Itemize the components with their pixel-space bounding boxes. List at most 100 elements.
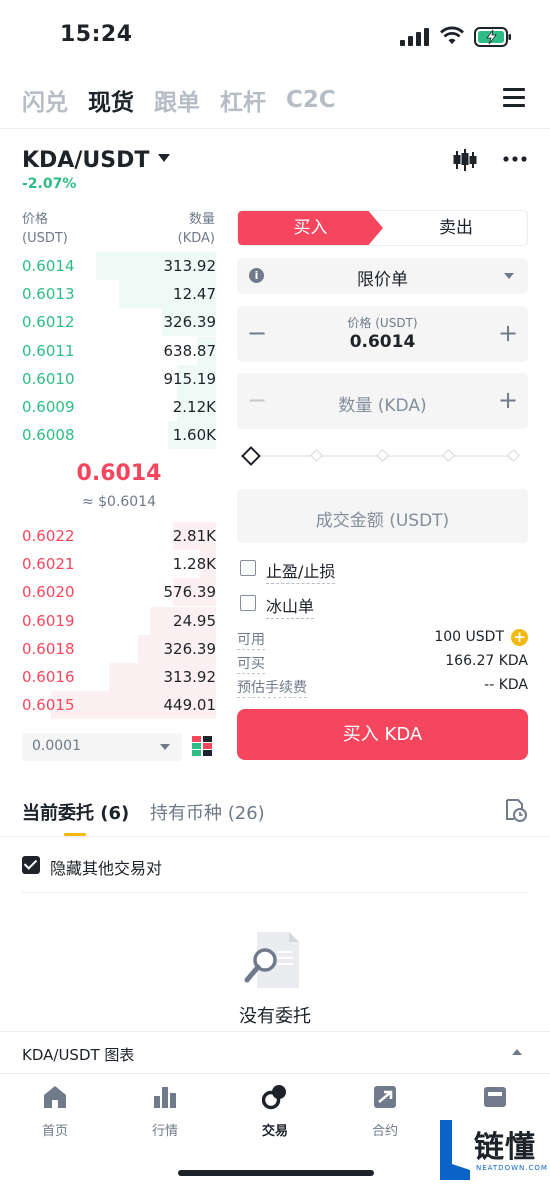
bid-price[interactable]: 0.6012 [22, 313, 75, 331]
bid-row[interactable]: 0.6008 1.60K [22, 421, 216, 450]
add-funds-icon[interactable]: + [511, 629, 528, 646]
ask-row[interactable]: 0.6016 313.92 [22, 663, 216, 691]
order-type-select[interactable]: i 限价单 [237, 258, 528, 294]
ask-row[interactable]: 0.6015 449.01 [22, 691, 216, 720]
bid-quantity: 12.47 [173, 285, 216, 304]
bid-price[interactable]: 0.6008 [22, 426, 75, 444]
fee-row: 预估手续费 -- KDA [237, 675, 528, 698]
tab-copy-trading[interactable]: 跟单 [154, 83, 200, 117]
bid-row[interactable]: 0.6012 326.39 [22, 308, 216, 337]
qty-header-label: 数量 [188, 212, 215, 227]
caret-down-icon[interactable] [158, 154, 170, 162]
divider [0, 836, 550, 837]
price-value[interactable]: 0.6014 [237, 332, 528, 352]
menu-icon[interactable] [503, 88, 525, 108]
chart-toggle-bar[interactable]: KDA/USDT 图表 [0, 1031, 550, 1073]
iceberg-label[interactable]: 冰山单 [266, 593, 315, 619]
tp-sl-label[interactable]: 止盈/止损 [266, 558, 336, 584]
slider-tick-50[interactable] [376, 449, 389, 462]
checkbox[interactable] [240, 560, 256, 576]
hide-other-pairs-label[interactable]: 隐藏其他交易对 [50, 855, 162, 879]
ask-price[interactable]: 0.6020 [22, 583, 75, 601]
quantity-placeholder: 数量 (KDA) [338, 396, 427, 416]
ask-price[interactable]: 0.6018 [22, 640, 75, 658]
available-label: 可用 [237, 629, 265, 650]
can-buy-row: 可买 166.27 KDA [237, 651, 528, 674]
bid-quantity: 638.87 [163, 341, 217, 360]
total-input[interactable]: 成交金额 (USDT) [237, 489, 528, 543]
ask-price[interactable]: 0.6022 [22, 527, 75, 545]
pair-selector[interactable]: KDA/USDT [22, 148, 149, 173]
buy-sell-toggle: 买入 卖出 [237, 210, 528, 246]
price-input[interactable]: − 价格 (USDT) 0.6014 + [237, 306, 528, 362]
caret-up-icon[interactable] [512, 1049, 522, 1055]
tab-c2c[interactable]: C2C [286, 87, 336, 113]
can-buy-label: 可买 [237, 653, 265, 674]
tab-flash-swap[interactable]: 闪兑 [22, 83, 68, 117]
more-icon[interactable] [503, 155, 527, 163]
bid-row[interactable]: 0.6009 2.12K [22, 393, 216, 421]
price-increment-button[interactable]: + [496, 320, 520, 346]
nav-wallet[interactable] [455, 1084, 535, 1120]
bid-price[interactable]: 0.6013 [22, 285, 75, 303]
depth-precision-select[interactable]: 0.0001 [22, 733, 182, 761]
tab-holdings[interactable]: 持有币种 (26) [150, 799, 265, 825]
ask-row[interactable]: 0.6019 24.95 [22, 606, 216, 635]
last-price[interactable]: 0.6014 [22, 461, 216, 486]
order-history-icon[interactable] [503, 798, 527, 822]
bid-row[interactable]: 0.6014 313.92 [22, 252, 216, 280]
fee-label: 预估手续费 [237, 677, 307, 698]
ask-quantity: 2.81K [172, 527, 216, 545]
ask-row[interactable]: 0.6018 326.39 [22, 634, 216, 663]
bid-row[interactable]: 0.6013 12.47 [22, 280, 216, 309]
buy-submit-button[interactable]: 买入 KDA [237, 709, 528, 760]
top-tabs: 闪兑 现货 跟单 杠杆 C2C [22, 80, 336, 120]
available-row: 可用 100 USDT + [237, 627, 528, 650]
cellular-signal-icon [400, 28, 429, 46]
ask-quantity: 576.39 [163, 583, 217, 602]
bid-row[interactable]: 0.6010 915.19 [22, 364, 216, 393]
ask-price[interactable]: 0.6021 [22, 555, 75, 573]
slider-tick-100[interactable] [507, 449, 520, 462]
bid-row[interactable]: 0.6011 638.87 [22, 336, 217, 365]
futures-icon [374, 1086, 396, 1108]
sell-tab[interactable]: 卖出 [383, 211, 527, 245]
orderbook-qty-header: 数量 (KDA) [150, 210, 215, 248]
can-buy-value: 166.27 KDA [445, 653, 528, 669]
tab-margin[interactable]: 杠杆 [220, 83, 266, 117]
slider-tick-25[interactable] [310, 449, 323, 462]
chart-toggle-label[interactable]: KDA/USDT 图表 [22, 1044, 134, 1065]
bid-price[interactable]: 0.6011 [22, 342, 75, 360]
ask-quantity: 313.92 [163, 668, 217, 686]
bid-price[interactable]: 0.6014 [22, 257, 75, 275]
nav-home[interactable]: 首页 [15, 1084, 95, 1139]
tab-spot[interactable]: 现货 [88, 83, 134, 117]
ask-price[interactable]: 0.6016 [22, 668, 75, 686]
bid-price[interactable]: 0.6010 [22, 370, 75, 388]
ask-row[interactable]: 0.6022 2.81K [22, 522, 216, 550]
ask-row[interactable]: 0.6020 576.39 [22, 578, 217, 607]
bid-price[interactable]: 0.6009 [22, 398, 75, 416]
orderbook-layout-icon[interactable] [192, 736, 212, 756]
amount-slider[interactable] [240, 445, 520, 467]
ask-row[interactable]: 0.6021 1.28K [22, 550, 216, 579]
tab-open-orders[interactable]: 当前委托 (6) [22, 799, 129, 825]
slider-handle[interactable] [241, 446, 261, 466]
nav-futures[interactable]: 合约 [345, 1084, 425, 1139]
slider-tick-75[interactable] [442, 449, 455, 462]
nav-markets[interactable]: 行情 [125, 1084, 205, 1139]
ask-price[interactable]: 0.6015 [22, 696, 75, 714]
available-value: 100 USDT [434, 629, 504, 645]
ask-price[interactable]: 0.6019 [22, 612, 75, 630]
empty-search-icon [244, 932, 299, 988]
caret-down-icon [504, 273, 514, 279]
watermark-sub: NEATDOWN.COM [476, 1164, 548, 1172]
checkbox[interactable] [240, 595, 256, 611]
nav-trade[interactable]: 交易 [235, 1084, 315, 1139]
trade-icon [261, 1085, 286, 1110]
quantity-increment-button[interactable]: + [496, 387, 520, 413]
quantity-input[interactable]: − 数量 (KDA) + [237, 373, 528, 429]
buy-tab[interactable]: 买入 [238, 211, 383, 245]
candlestick-chart-icon[interactable] [452, 148, 478, 172]
checkbox-checked[interactable] [22, 856, 40, 874]
